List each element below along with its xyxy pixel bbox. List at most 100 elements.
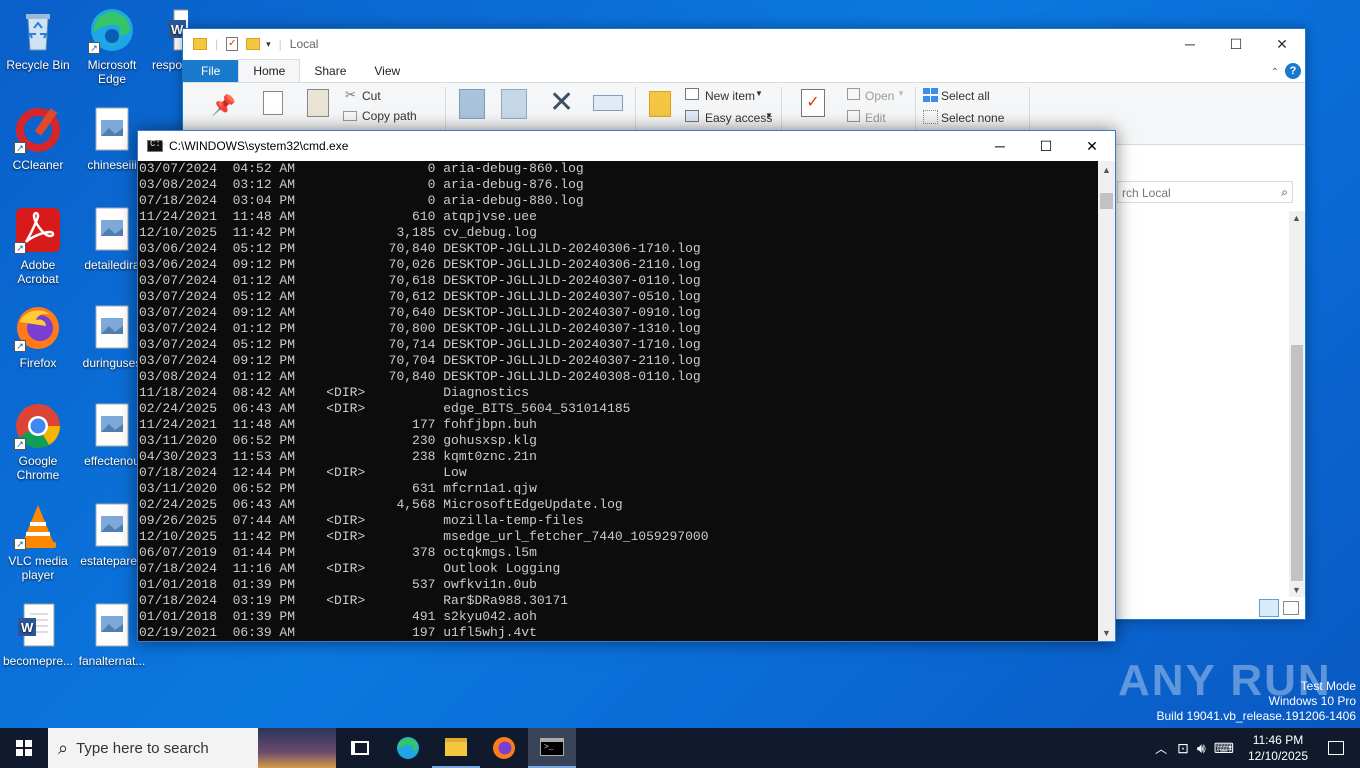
new-item-label[interactable]: New item <box>705 89 755 103</box>
easy-access-label[interactable]: Easy access <box>705 111 772 125</box>
expand-ribbon-icon[interactable]: ⌃ <box>1265 63 1285 82</box>
copy-to-icon[interactable] <box>501 89 527 119</box>
scroll-up-arrow-icon[interactable]: ▲ <box>1292 213 1301 223</box>
taskbar-search-input[interactable]: Type here to search <box>76 740 209 757</box>
keyboard-icon[interactable]: ⌨ <box>1210 740 1238 757</box>
taskbar-edge[interactable] <box>384 728 432 768</box>
console-line: 03/07/2024 09:12 AM 70,640 DESKTOP-JGLLJ… <box>139 305 701 320</box>
move-to-icon[interactable] <box>459 89 485 119</box>
search-icon[interactable]: ⌕ <box>1281 185 1288 200</box>
taskbar-search-box[interactable]: ⌕ Type here to search <box>48 728 336 768</box>
shortcut-arrow-icon: ↗ <box>14 340 26 352</box>
tab-view[interactable]: View <box>360 60 414 82</box>
console-line: 03/08/2024 01:12 AM 70,840 DESKTOP-JGLLJ… <box>139 369 701 384</box>
search-icon: ⌕ <box>58 737 69 758</box>
console-line: 06/07/2019 01:44 PM 378 octqkmgs.l5m <box>139 545 537 560</box>
desktop-icon-recycle-bin[interactable]: Recycle Bin <box>0 6 76 72</box>
console-line: 03/07/2024 09:12 PM 70,704 DESKTOP-JGLLJ… <box>139 353 701 368</box>
cut-icon[interactable]: ✂ <box>345 87 356 103</box>
console-output[interactable]: 03/07/2024 04:52 AM 0 aria-debug-860.log… <box>138 161 1098 641</box>
large-icons-view-icon[interactable] <box>1283 601 1299 615</box>
open-icon[interactable] <box>847 88 860 100</box>
new-folder-quick-icon[interactable] <box>246 38 261 50</box>
chevron-up-icon[interactable]: ︿ <box>1149 740 1173 757</box>
windows-logo-icon <box>16 740 32 756</box>
file-list-scrollbar[interactable]: ▲ ▼ <box>1289 211 1305 597</box>
clock-time: 11:46 PM <box>1252 733 1304 747</box>
tab-file[interactable]: File <box>183 60 239 82</box>
taskbar: ⌕ Type here to search >_ ︿ ⊡ 🔊︎ ⌨ 11:46 … <box>0 728 1360 768</box>
desktop-icon-vlc[interactable]: ↗ VLC media player <box>0 502 76 582</box>
copy-path-icon[interactable] <box>343 111 357 121</box>
cmd-icon: C:\ <box>147 139 166 152</box>
copy-path-label[interactable]: Copy path <box>362 109 417 123</box>
select-all-label[interactable]: Select all <box>941 89 990 103</box>
help-icon[interactable]: ? <box>1285 63 1301 79</box>
desktop-icon-chrome[interactable]: ↗ Google Chrome <box>0 402 76 482</box>
cmd-icon: >_ <box>540 738 564 756</box>
tab-home[interactable]: Home <box>238 59 301 82</box>
cut-label[interactable]: Cut <box>362 89 381 103</box>
console-scrollbar[interactable]: ▲ ▼ <box>1098 161 1115 641</box>
properties-quick-icon[interactable]: ✓ <box>226 37 239 51</box>
desktop-icon-edge[interactable]: ↗ Microsoft Edge <box>74 6 150 86</box>
build-label: Build 19041.vb_release.191206-1406 <box>1156 709 1357 723</box>
maximize-button[interactable]: ☐ <box>1213 29 1259 59</box>
close-button[interactable]: ✕ <box>1259 29 1305 59</box>
task-view-button[interactable] <box>336 728 384 768</box>
console-line: 11/18/2024 08:42 AM <DIR> Diagnostics <box>139 385 530 400</box>
edit-label[interactable]: Edit <box>865 111 886 125</box>
search-input[interactable]: rch Local <box>1122 186 1171 200</box>
tab-share[interactable]: Share <box>300 60 360 82</box>
image-file-icon <box>88 502 136 550</box>
rename-icon[interactable] <box>593 95 623 111</box>
volume-icon[interactable]: 🔊︎ <box>1193 740 1210 757</box>
new-item-icon[interactable] <box>685 88 699 100</box>
console-line: 11/24/2021 11:48 AM 177 fohfjbpn.buh <box>139 417 537 432</box>
desktop-icon-becomepre[interactable]: W becomepre... <box>0 602 76 668</box>
copy-icon[interactable] <box>263 91 283 115</box>
details-view-icon[interactable] <box>1259 599 1279 617</box>
select-all-icon[interactable] <box>923 88 938 102</box>
delete-icon[interactable]: ✕ <box>549 85 574 120</box>
chevron-down-icon: ▼ <box>755 89 763 98</box>
taskbar-firefox[interactable] <box>480 728 528 768</box>
paste-icon[interactable] <box>307 89 329 117</box>
desktop-icon-ccleaner[interactable]: ↗ CCleaner <box>0 106 76 172</box>
scrollbar-thumb[interactable] <box>1100 193 1113 209</box>
select-none-label[interactable]: Select none <box>941 111 1004 125</box>
taskbar-cmd[interactable]: >_ <box>528 728 576 768</box>
pin-icon[interactable]: 📌 <box>211 93 236 118</box>
notifications-icon[interactable] <box>1328 741 1344 755</box>
easy-access-icon[interactable] <box>685 110 699 122</box>
search-box[interactable]: rch Local ⌕ <box>1117 181 1293 203</box>
open-label[interactable]: Open <box>865 89 894 103</box>
customize-quick-access-icon[interactable]: ▾ <box>266 39 271 50</box>
taskbar-file-explorer[interactable] <box>432 728 480 768</box>
new-folder-icon[interactable] <box>649 91 671 117</box>
minimize-button[interactable]: ─ <box>1167 29 1213 59</box>
close-button[interactable]: ✕ <box>1069 131 1115 161</box>
properties-icon[interactable]: ✓ <box>801 89 825 117</box>
windows-edition-label: Windows 10 Pro <box>1268 694 1356 708</box>
scroll-up-arrow-icon[interactable]: ▲ <box>1102 165 1111 175</box>
network-icon[interactable]: ⊡ <box>1173 740 1193 757</box>
folder-icon <box>445 738 467 756</box>
scroll-down-arrow-icon[interactable]: ▼ <box>1292 585 1301 595</box>
cmd-titlebar[interactable]: C:\ C:\WINDOWS\system32\cmd.exe ─ ☐ ✕ <box>138 131 1115 161</box>
console-line: 03/07/2024 01:12 AM 70,618 DESKTOP-JGLLJ… <box>139 273 701 288</box>
maximize-button[interactable]: ☐ <box>1023 131 1069 161</box>
desktop-icon-firefox[interactable]: ↗ Firefox <box>0 304 76 370</box>
ribbon-tabs: File Home Share View ⌃ ? <box>183 59 1305 83</box>
desktop-icon-label: VLC media player <box>8 554 68 582</box>
console-line: 03/07/2024 04:52 AM 0 aria-debug-860.log <box>139 161 584 176</box>
scroll-down-arrow-icon[interactable]: ▼ <box>1102 628 1111 638</box>
start-button[interactable] <box>0 728 48 768</box>
select-none-icon[interactable] <box>923 110 938 124</box>
minimize-button[interactable]: ─ <box>977 131 1023 161</box>
clock[interactable]: 11:46 PM 12/10/2025 <box>1238 732 1318 764</box>
cmd-window[interactable]: C:\ C:\WINDOWS\system32\cmd.exe ─ ☐ ✕ 03… <box>137 130 1116 642</box>
scrollbar-thumb[interactable] <box>1291 345 1303 581</box>
desktop-icon-acrobat[interactable]: ↗ Adobe Acrobat <box>0 206 76 286</box>
edit-icon[interactable] <box>847 110 860 122</box>
